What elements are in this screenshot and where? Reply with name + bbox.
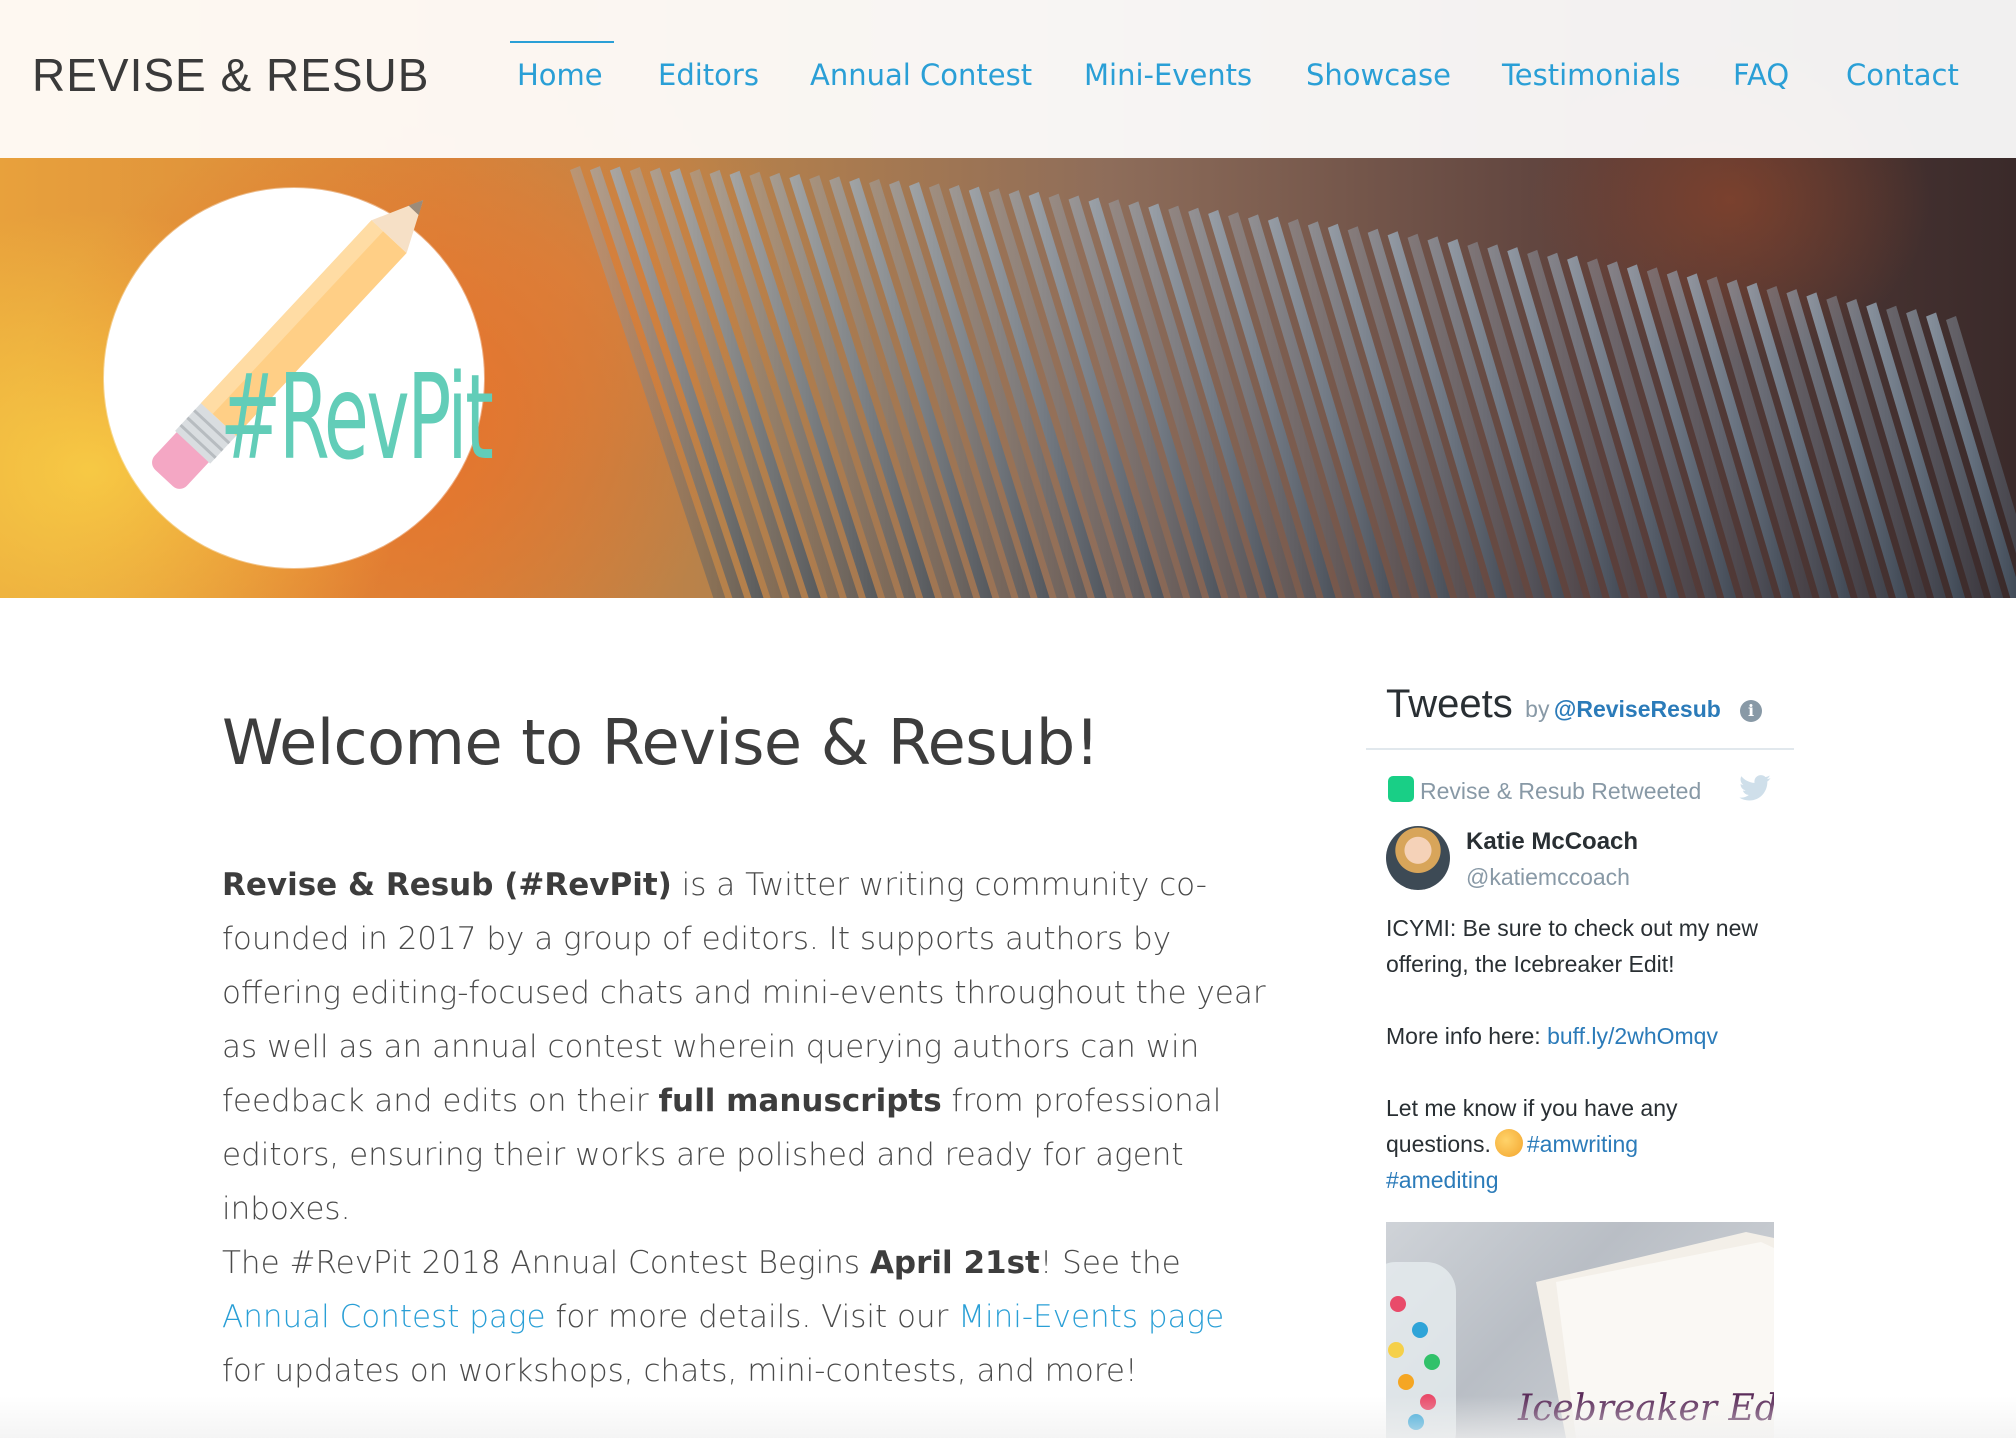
hashtag-amwriting[interactable]: #amwriting [1527, 1131, 1638, 1157]
full-manuscripts-bold: full manuscripts [658, 1083, 942, 1119]
buffly-link[interactable]: buff.ly/2whOmqv [1547, 1023, 1718, 1049]
nav-active-indicator [510, 41, 614, 43]
nav-showcase[interactable]: Showcase [1306, 58, 1451, 92]
contest-paragraph: The #RevPit 2018 Annual Contest Begins A… [222, 1236, 1272, 1398]
nav-testimonials[interactable]: Testimonials [1502, 58, 1681, 92]
intro-bold: Revise & Resub (#RevPit) [222, 867, 672, 903]
widget-divider [1366, 748, 1794, 750]
nav-editors[interactable]: Editors [658, 58, 759, 92]
contest-text-d: for updates on workshops, chats, mini-co… [222, 1353, 1138, 1389]
site-header: REVISE & RESUB Home Editors Annual Conte… [0, 0, 2016, 158]
retweet-row: Revise & Resub Retweeted [1388, 775, 1701, 808]
twitter-bird-icon[interactable] [1738, 774, 1772, 804]
nav-faq[interactable]: FAQ [1733, 58, 1789, 92]
retweet-label[interactable]: Revise & Resub Retweeted [1420, 778, 1701, 804]
contest-text-c: for more details. Visit our [545, 1299, 959, 1335]
contest-date: April 21st [869, 1245, 1040, 1281]
retweet-icon [1388, 775, 1414, 802]
tweet-media-image[interactable]: Icebreaker Edit [1386, 1222, 1774, 1438]
tweet-line-3: Let me know if you have any questions. #a… [1386, 1090, 1786, 1198]
media-caption: Icebreaker Edit [1518, 1388, 1774, 1429]
intro-text-a: is a Twitter writing community co-founde… [222, 867, 1266, 1119]
author-avatar[interactable] [1386, 826, 1450, 890]
site-title[interactable]: REVISE & RESUB [32, 48, 429, 102]
author-handle[interactable]: @katiemccoach [1466, 864, 1630, 891]
mini-events-link[interactable]: Mini-Events page [958, 1299, 1224, 1335]
hugging-face-emoji-icon [1494, 1128, 1523, 1157]
logo-text: #RevPit [220, 348, 494, 486]
info-icon[interactable]: i [1740, 700, 1762, 722]
nav-annual-contest[interactable]: Annual Contest [810, 58, 1032, 92]
tweet-text: ICYMI: Be sure to check out my new offer… [1386, 910, 1786, 1234]
twitter-handle-link[interactable]: @ReviseResub [1554, 696, 1721, 722]
tweet-line-2: More info here: buff.ly/2whOmqv [1386, 1018, 1786, 1054]
contest-text-a: The #RevPit 2018 Annual Contest Begins [222, 1245, 870, 1281]
page-title: Welcome to Revise & Resub! [222, 706, 1100, 779]
nav-home[interactable]: Home [517, 58, 603, 92]
contest-text-b: ! See the [1039, 1245, 1181, 1281]
annual-contest-link[interactable]: Annual Contest page [222, 1299, 546, 1335]
twitter-timeline-widget: Tweets by @ReviseResub i Revise & Resub … [1366, 670, 1794, 1438]
author-name[interactable]: Katie McCoach [1466, 828, 1638, 856]
tweets-by: by [1525, 696, 1550, 722]
tweet-line-2-text: More info here: [1386, 1023, 1548, 1049]
revpit-logo: #RevPit [104, 188, 494, 568]
tweets-title: Tweets [1386, 682, 1513, 726]
tweet-line-1: ICYMI: Be sure to check out my new offer… [1386, 915, 1758, 977]
twitter-widget-header: Tweets by @ReviseResub [1386, 682, 1721, 727]
hashtag-amediting[interactable]: #amediting [1386, 1167, 1499, 1193]
nav-contact[interactable]: Contact [1846, 58, 1959, 92]
nav-mini-events[interactable]: Mini-Events [1084, 58, 1252, 92]
intro-paragraph: Revise & Resub (#RevPit) is a Twitter wr… [222, 858, 1272, 1236]
